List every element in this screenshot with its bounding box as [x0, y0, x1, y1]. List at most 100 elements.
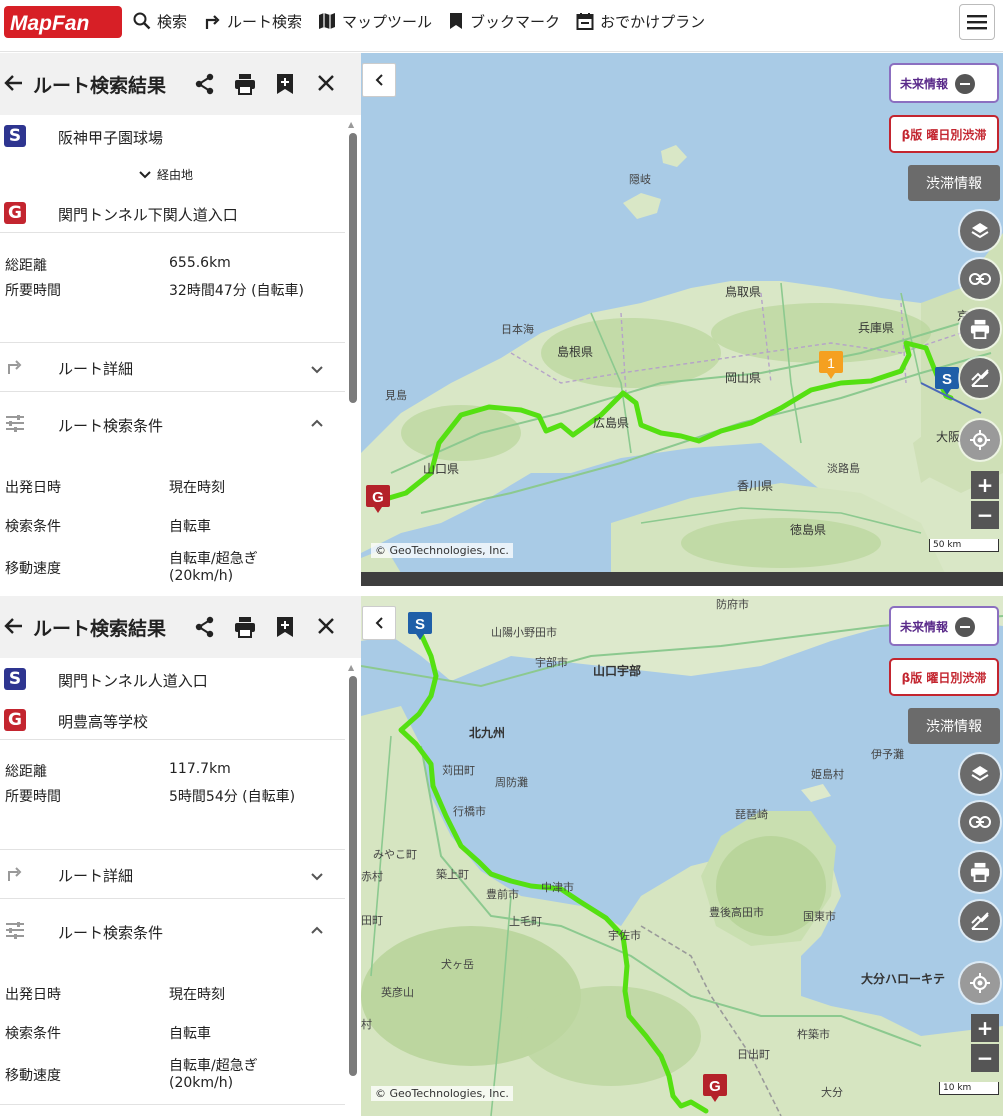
sidebar-scrollbar[interactable] [349, 676, 357, 1076]
crosshair-icon [970, 973, 990, 993]
route-panel-1: ルート検索結果 ▲ S 阪神甲子園球場 経由地 G 関門トンネル下関人道入口 総… [0, 53, 1003, 586]
start-s-icon: S [4, 125, 26, 147]
layers-button[interactable] [960, 211, 1000, 251]
layers-button[interactable] [960, 754, 1000, 794]
nav-bookmark[interactable]: ブックマーク [448, 11, 560, 32]
zoom-in-button[interactable]: + [971, 1014, 999, 1042]
scroll-up-arrow[interactable]: ▲ [348, 120, 354, 129]
svg-text:MapFan: MapFan [10, 12, 89, 35]
sidebar-scrollbar[interactable] [349, 133, 357, 403]
goal-point-row[interactable]: G 明豊高等学校 [0, 707, 345, 743]
chevron-down-icon [311, 873, 323, 881]
distance-label: 総距離 [5, 258, 47, 274]
depart-label: 出発日時 [5, 480, 61, 496]
start-pin-icon[interactable]: S [935, 367, 959, 395]
back-arrow-icon[interactable] [4, 616, 24, 636]
map-label-kagawa: 香川県 [737, 479, 774, 493]
layers-icon [971, 223, 989, 239]
map-label-oita: 大分 [821, 1086, 843, 1099]
goal-point-row[interactable]: G 関門トンネル下関人道入口 [0, 200, 345, 236]
map-view-1[interactable]: 隠岐 鳥取県 島根県 兵庫県 岡山県 広島県 山口県 香川県 徳島県 淡路島 大… [361, 53, 1003, 586]
map-label-buzen: 豊前市 [486, 888, 519, 901]
link-button[interactable] [960, 802, 1000, 842]
close-icon[interactable] [316, 616, 336, 636]
zoom-in-button[interactable]: + [971, 471, 999, 499]
nav-outing-plan[interactable]: おでかけプラン [576, 11, 705, 32]
conditions-label: ルート検索条件 [58, 417, 164, 435]
start-pin-icon[interactable]: S [408, 612, 432, 640]
mapfan-logo[interactable]: MapFan [4, 6, 122, 38]
nav-search-label: 検索 [157, 12, 188, 31]
svg-text:S: S [942, 371, 952, 388]
add-bookmark-icon[interactable] [275, 616, 295, 638]
chevron-down-icon [139, 170, 151, 178]
map-label-hiroshima: 広島県 [593, 416, 630, 430]
add-bookmark-icon[interactable] [275, 73, 295, 95]
map-label-sanyo-onoda: 山陽小野田市 [491, 626, 557, 639]
elevation-button[interactable] [960, 901, 1000, 941]
nav-map-tools-label: マップツール [342, 12, 433, 31]
goal-pin-icon[interactable]: G [366, 485, 390, 513]
goal-pin-icon[interactable]: G [703, 1074, 727, 1102]
future-info-label: 未来情報 [900, 619, 949, 634]
future-info-label: 未来情報 [900, 76, 949, 91]
nav-route-search[interactable]: ルート検索 [203, 11, 302, 32]
goal-point-label: 関門トンネル下関人道入口 [58, 206, 238, 224]
close-icon[interactable] [316, 73, 336, 93]
start-point-row[interactable]: S 阪神甲子園球場 [0, 123, 345, 159]
turn-arrow-icon [205, 15, 220, 29]
sidebar-header-1: ルート検索結果 [0, 53, 361, 115]
start-point-label: 阪神甲子園球場 [58, 129, 164, 147]
zoom-out-button[interactable]: − [971, 1044, 999, 1072]
share-icon[interactable] [194, 73, 216, 95]
depart-value: 現在時刻 [169, 987, 225, 1003]
route-conditions-section[interactable]: ルート検索条件 [0, 400, 345, 448]
future-info-toggle[interactable]: 未来情報 [889, 606, 999, 646]
map-label-osaka: 大阪 [936, 430, 961, 444]
current-location-button[interactable] [960, 420, 1000, 460]
future-info-toggle[interactable]: 未来情報 [889, 63, 999, 103]
hamburger-menu-button[interactable] [959, 4, 995, 40]
start-point-row[interactable]: S 関門トンネル人道入口 [0, 666, 345, 702]
map-label-nakatsu: 中津市 [541, 881, 574, 894]
numbered-marker[interactable]: 1 [819, 351, 843, 379]
bookmark-icon [450, 13, 463, 29]
current-location-button[interactable] [960, 963, 1000, 1003]
map-print-button[interactable] [960, 852, 1000, 892]
weekday-traffic-button[interactable]: β版 曜日別渋滞 [889, 115, 999, 153]
traffic-info-label: 渋滞情報 [926, 176, 982, 192]
map-label-okayama: 岡山県 [725, 371, 762, 385]
route-detail-section[interactable]: ルート詳細 [0, 850, 345, 898]
svg-text:G: G [372, 489, 384, 506]
route-detail-section[interactable]: ルート詳細 [0, 343, 345, 391]
map-print-button[interactable] [960, 309, 1000, 349]
toggle-minus-icon [955, 617, 975, 637]
map-label-tokushima: 徳島県 [790, 523, 827, 537]
map-label-shimane: 島根県 [557, 345, 594, 359]
chevron-down-icon [311, 366, 323, 374]
scale-label: 10 km [943, 1083, 972, 1093]
collapse-sidebar-button[interactable] [362, 606, 396, 640]
map-label-bungotakada: 豊後高田市 [709, 906, 764, 919]
collapse-sidebar-button[interactable] [362, 63, 396, 97]
elevation-button[interactable] [960, 358, 1000, 398]
share-icon[interactable] [194, 616, 216, 638]
nav-search[interactable]: 検索 [133, 11, 187, 32]
traffic-info-button[interactable]: 渋滞情報 [908, 708, 1000, 744]
scroll-up-arrow[interactable]: ▲ [348, 663, 354, 672]
back-arrow-icon[interactable] [4, 73, 24, 93]
elevation-icon [971, 369, 989, 387]
weekday-traffic-button[interactable]: β版 曜日別渋滞 [889, 658, 999, 696]
map-view-2[interactable]: 防府市 山陽小野田市 宇部市 山口宇部 北九州 苅田町 周防灘 行橋市 姫島村 … [361, 596, 1003, 1116]
print-icon[interactable] [234, 616, 256, 638]
map-label-oki: 隠岐 [629, 173, 651, 186]
traffic-info-button[interactable]: 渋滞情報 [908, 165, 1000, 201]
route-conditions-section[interactable]: ルート検索条件 [0, 907, 345, 955]
map-label-suonada: 周防灘 [495, 776, 528, 789]
divider [0, 232, 345, 233]
link-button[interactable] [960, 259, 1000, 299]
waypoint-toggle[interactable]: 経由地 [138, 166, 193, 183]
print-icon[interactable] [234, 73, 256, 95]
zoom-out-button[interactable]: − [971, 501, 999, 529]
nav-map-tools[interactable]: マップツール [318, 11, 432, 32]
